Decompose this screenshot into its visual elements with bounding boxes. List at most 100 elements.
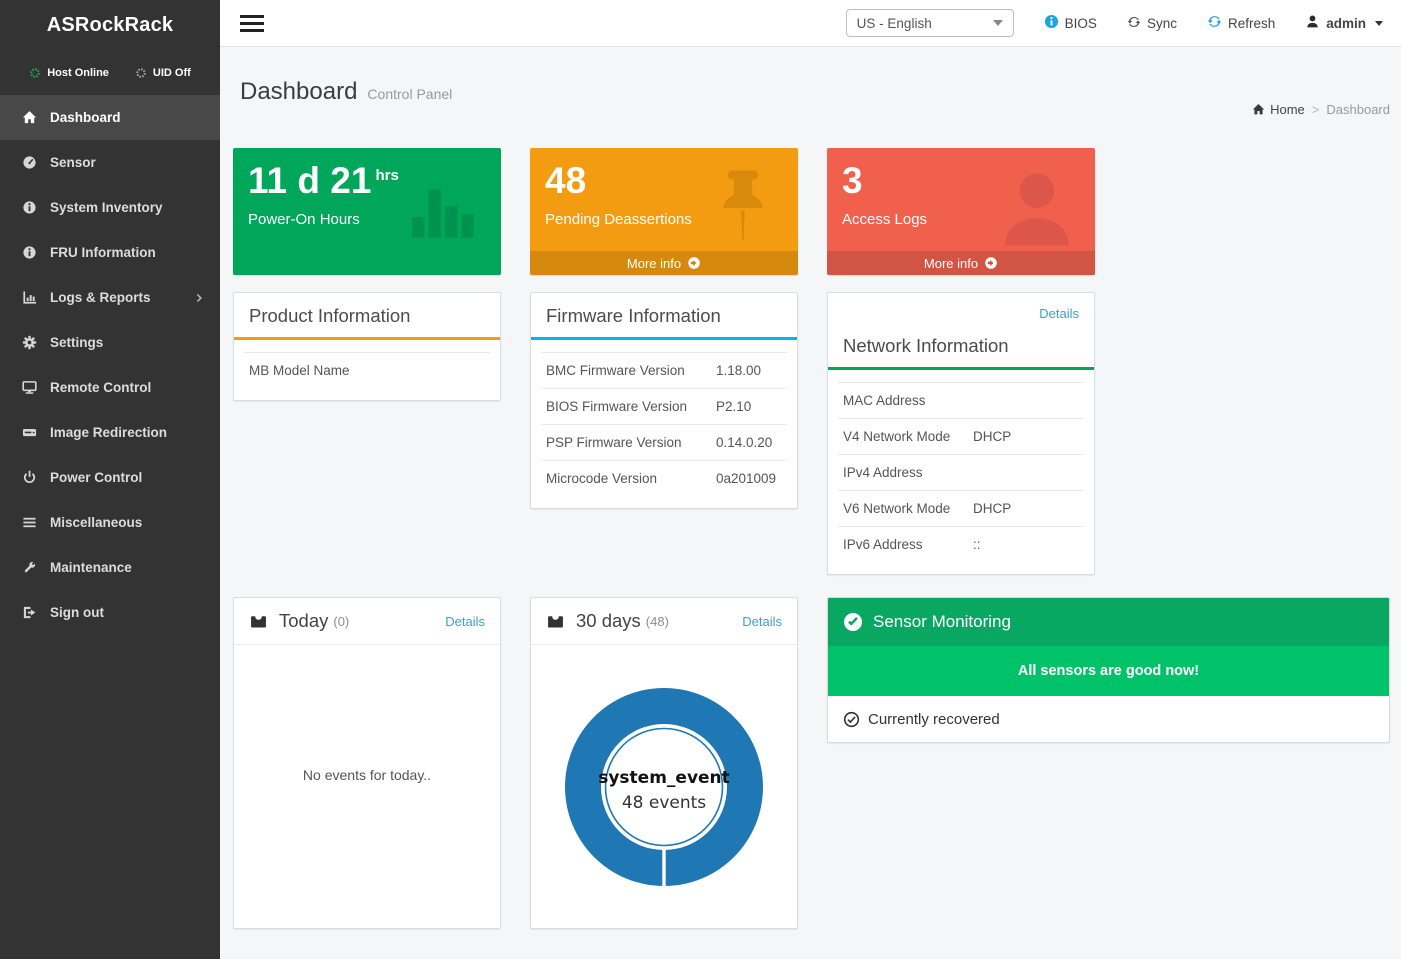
info-row: MAC Address xyxy=(838,382,1084,418)
sidebar-item-maintenance[interactable]: Maintenance xyxy=(0,545,220,590)
caret-down-icon xyxy=(1375,21,1383,26)
sidebar-item-dashboard[interactable]: Dashboard xyxy=(0,95,220,140)
breadcrumb-home-label: Home xyxy=(1270,102,1305,117)
language-select[interactable]: US - English xyxy=(846,9,1014,37)
inbox-icon xyxy=(546,613,565,630)
sidebar-item-remote-control[interactable]: Remote Control xyxy=(0,365,220,410)
sidebar-item-label: Sign out xyxy=(50,605,104,620)
network-details-link[interactable]: Details xyxy=(1039,306,1079,321)
user-menu[interactable]: admin xyxy=(1305,14,1383,32)
currently-recovered-label: Currently recovered xyxy=(868,711,1000,728)
info-row: PSP Firmware Version 0.14.0.20 xyxy=(541,424,787,460)
today-empty-message: No events for today.. xyxy=(234,645,500,783)
row-label: BMC Firmware Version xyxy=(546,363,716,378)
firmware-information-panel: Firmware Information BMC Firmware Versio… xyxy=(530,292,798,509)
gear-icon xyxy=(18,335,40,350)
info-row: MB Model Name xyxy=(244,352,490,388)
app-window: ASRockRack Host Online UID Off Dashbo xyxy=(0,0,1401,959)
today-details-link[interactable]: Details xyxy=(445,614,485,629)
inbox-icon xyxy=(249,613,268,630)
host-online-status: Host Online xyxy=(29,67,109,79)
sidebar-item-fru-information[interactable]: FRU Information xyxy=(0,230,220,275)
power-on-hours-value: 11 d 21hrs xyxy=(248,161,486,202)
topbar: US - English BIOS Sync xyxy=(220,0,1401,47)
donut-center-value: 48 events xyxy=(622,793,706,813)
user-label: admin xyxy=(1326,16,1366,31)
info-icon xyxy=(18,245,40,260)
sidebar-item-label: System Inventory xyxy=(50,200,163,215)
home-icon xyxy=(1252,103,1265,116)
refresh-button[interactable]: Refresh xyxy=(1207,14,1275,32)
deassertions-more-info-link[interactable]: More info xyxy=(530,251,798,275)
sidebar-item-sensor[interactable]: Sensor xyxy=(0,140,220,185)
panel-title: Firmware Information xyxy=(531,293,797,340)
today-events-header: Today (0) Details xyxy=(234,598,500,645)
power-on-hours-unit: hrs xyxy=(375,167,398,184)
breadcrumb-current: Dashboard xyxy=(1326,102,1390,117)
wrench-icon xyxy=(18,560,40,575)
caret-down-icon xyxy=(993,20,1003,26)
event-donut-chart[interactable]: system_event 48 events xyxy=(531,645,797,889)
row-label: MB Model Name xyxy=(249,363,419,378)
row-value: DHCP xyxy=(973,501,1011,516)
sidebar-item-label: FRU Information xyxy=(50,245,156,260)
host-online-icon xyxy=(29,67,41,79)
product-information-panel: Product Information MB Model Name xyxy=(233,292,501,401)
row-label: IPv6 Address xyxy=(843,537,973,552)
sensor-monitoring-header: Sensor Monitoring xyxy=(828,598,1389,646)
row-label: V4 Network Mode xyxy=(843,429,973,444)
arrow-circle-right-icon xyxy=(984,256,998,270)
sidebar-item-system-inventory[interactable]: System Inventory xyxy=(0,185,220,230)
language-value: US - English xyxy=(857,16,932,31)
row-value: 0.14.0.20 xyxy=(716,435,772,450)
chevron-right-icon xyxy=(194,292,206,304)
uid-status: UID Off xyxy=(135,67,191,79)
row-label: IPv4 Address xyxy=(843,465,973,480)
sidebar-item-label: Power Control xyxy=(50,470,142,485)
donut-slice-divider xyxy=(662,843,665,888)
info-row: V4 Network Mode DHCP xyxy=(838,418,1084,454)
events-row: Today (0) Details No events for today.. … xyxy=(233,597,1390,929)
row-label: MAC Address xyxy=(843,393,973,408)
sidebar-item-logs-reports[interactable]: Logs & Reports xyxy=(0,275,220,320)
row-value: 1.18.00 xyxy=(716,363,761,378)
sidebar-item-label: Miscellaneous xyxy=(50,515,142,530)
row-label: PSP Firmware Version xyxy=(546,435,716,450)
panel-title: Network Information xyxy=(828,323,1094,370)
pending-deassertions-card: 48 Pending Deassertions More info xyxy=(530,148,798,275)
summary-cards-row: 11 d 21hrs Power-On Hours 48 Pending Dea… xyxy=(233,148,1390,275)
row-label: Microcode Version xyxy=(546,471,716,486)
power-icon xyxy=(18,470,40,485)
row-value: DHCP xyxy=(973,429,1011,444)
today-count: (0) xyxy=(333,614,349,629)
content-header: Dashboard Control Panel Home > Dashboard xyxy=(233,47,1390,148)
pending-deassertions-label: Pending Deassertions xyxy=(545,211,783,228)
sidebar-item-miscellaneous[interactable]: Miscellaneous xyxy=(0,500,220,545)
row-value: :: xyxy=(973,537,981,552)
sensor-monitoring-message: All sensors are good now! xyxy=(828,646,1389,696)
bios-button[interactable]: BIOS xyxy=(1044,14,1097,32)
row-label: BIOS Firmware Version xyxy=(546,399,716,414)
sync-button[interactable]: Sync xyxy=(1127,15,1177,32)
menu-toggle-button[interactable] xyxy=(232,9,272,38)
sync-label: Sync xyxy=(1147,16,1177,31)
sidebar-item-sign-out[interactable]: Sign out xyxy=(0,590,220,635)
access-logs-more-info-link[interactable]: More info xyxy=(827,251,1095,275)
info-row: BMC Firmware Version 1.18.00 xyxy=(541,352,787,388)
sidebar-item-settings[interactable]: Settings xyxy=(0,320,220,365)
thirty-days-details-link[interactable]: Details xyxy=(742,614,782,629)
sidebar-item-power-control[interactable]: Power Control xyxy=(0,455,220,500)
bars-icon xyxy=(18,515,40,530)
info-icon xyxy=(18,200,40,215)
row-value: 0a201009 xyxy=(716,471,776,486)
breadcrumb-home[interactable]: Home xyxy=(1252,102,1305,117)
today-events-panel: Today (0) Details No events for today.. xyxy=(233,597,501,929)
currently-recovered-row[interactable]: Currently recovered xyxy=(828,696,1389,742)
sidebar-item-label: Dashboard xyxy=(50,110,121,125)
sidebar-item-image-redirection[interactable]: Image Redirection xyxy=(0,410,220,455)
host-online-label: Host Online xyxy=(47,67,109,79)
check-circle-icon xyxy=(843,612,863,632)
home-icon xyxy=(18,110,40,125)
sensor-monitoring-title: Sensor Monitoring xyxy=(873,612,1011,632)
sensor-monitoring-panel: Sensor Monitoring All sensors are good n… xyxy=(827,597,1390,743)
